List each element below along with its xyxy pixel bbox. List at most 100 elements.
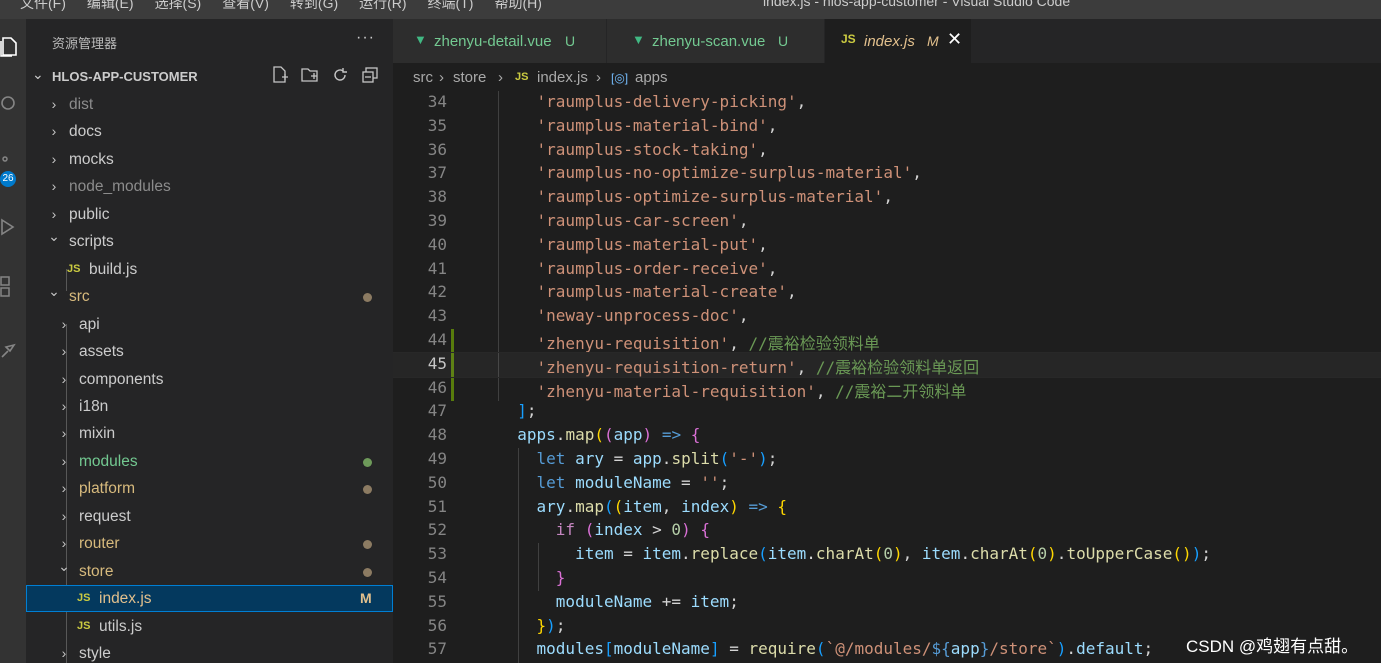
code-text: let moduleName = ''; <box>536 472 730 492</box>
tab-zhenyu-scan[interactable]: ▼ zhenyu-scan.vue U <box>607 19 825 63</box>
line-number: 34 <box>427 92 447 111</box>
tree-item-label: api <box>79 315 100 333</box>
tree-item-label: index.js <box>99 590 152 608</box>
status-dot <box>363 457 372 467</box>
tree-folder-src[interactable]: ⌄ src <box>26 283 393 310</box>
js-file-icon: JS <box>515 71 529 83</box>
tree-file-utils-js[interactable]: JS utils.js <box>26 613 393 640</box>
status-dot <box>363 293 372 303</box>
git-status-badge: M <box>360 590 372 607</box>
tree-folder-api[interactable]: › api <box>26 311 393 338</box>
code-line: 35 'raumplus-material-bind', <box>393 115 1381 139</box>
tree-folder-request[interactable]: › request <box>26 503 393 530</box>
tree-folder-store[interactable]: ⌄ store <box>26 558 393 585</box>
tree-folder-node-modules[interactable]: › node_modules <box>26 173 393 200</box>
tree-folder-mocks[interactable]: › mocks <box>26 146 393 173</box>
more-actions-button[interactable]: ··· <box>356 29 375 47</box>
refresh-icon[interactable] <box>325 66 355 89</box>
menu-view[interactable]: 查看(V) <box>222 0 269 13</box>
js-file-icon: JS <box>77 592 91 605</box>
tree-item-label: assets <box>79 343 124 361</box>
tree-file-index-js[interactable]: JS index.js M <box>26 585 393 613</box>
line-number: 57 <box>427 639 447 659</box>
menu-run[interactable]: 运行(R) <box>359 0 406 13</box>
run-debug-icon[interactable] <box>0 215 18 239</box>
chevron-right-icon: › <box>439 69 444 86</box>
search-icon[interactable] <box>0 93 18 117</box>
tree-file-build-js[interactable]: JS build.js <box>26 256 393 283</box>
breadcrumb-item[interactable]: apps <box>635 69 668 86</box>
breadcrumb-item[interactable]: index.js <box>537 69 588 86</box>
tree-item-label: router <box>79 535 120 553</box>
code-line: 49 let ary = app.split('-'); <box>393 448 1381 472</box>
menu-file[interactable]: 文件(F) <box>20 0 66 13</box>
line-number: 55 <box>427 591 447 611</box>
code-editor[interactable]: 34 'raumplus-delivery-picking', 35 'raump… <box>393 91 1381 663</box>
breadcrumb-item[interactable]: store <box>453 69 486 86</box>
project-header[interactable]: ⌄ HLOS-APP-CUSTOMER <box>26 66 393 88</box>
tree-item-label: dist <box>69 96 94 113</box>
tree-folder-i18n[interactable]: › i18n <box>26 393 393 420</box>
collapse-icon[interactable] <box>355 66 385 89</box>
code-text: ary.map((item, index) => { <box>536 496 788 516</box>
tab-zhenyu-detail[interactable]: ▼ zhenyu-detail.vue U <box>393 19 607 63</box>
line-number: 35 <box>427 115 447 135</box>
tree-item-label: scripts <box>69 233 114 251</box>
js-file-icon: JS <box>77 619 91 632</box>
line-number: 44 <box>427 330 447 349</box>
tree-item-label: mocks <box>69 150 114 168</box>
tree-item-label: docs <box>69 123 102 141</box>
explorer-icon[interactable] <box>0 35 18 59</box>
chevron-right-icon: › <box>51 150 57 167</box>
tree-folder-mixin[interactable]: › mixin <box>26 420 393 447</box>
line-number: 54 <box>427 568 447 587</box>
status-dot <box>363 485 372 495</box>
tree-folder-dist[interactable]: › dist <box>26 91 393 118</box>
tab-status: M <box>927 33 939 49</box>
tree-item-label: src <box>69 288 90 306</box>
status-dot <box>363 540 372 550</box>
code-line: 38 'raumplus-optimize-surplus-material', <box>393 186 1381 210</box>
line-number: 39 <box>427 211 447 230</box>
tools-icon[interactable] <box>0 339 18 363</box>
new-folder-icon[interactable] <box>295 66 325 89</box>
code-text: if (index > 0) { <box>555 520 710 540</box>
menu-edit[interactable]: 编辑(E) <box>87 0 134 13</box>
tab-index-js[interactable]: JS index.js M ✕ <box>825 19 972 63</box>
line-number: 52 <box>427 520 447 540</box>
tree-folder-docs[interactable]: › docs <box>26 118 393 145</box>
tree-item-label: node_modules <box>69 178 171 196</box>
breadcrumb-item[interactable]: src <box>413 69 433 86</box>
code-text: modules[moduleName] = require(`@/modules… <box>536 639 1154 659</box>
menu-terminal[interactable]: 终端(T) <box>428 0 474 13</box>
tree-folder-style[interactable]: › style <box>26 640 393 663</box>
close-icon[interactable]: ✕ <box>947 29 962 50</box>
code-line: 48 apps.map((app) => { <box>393 424 1381 448</box>
chevron-right-icon: › <box>51 123 57 140</box>
code-text: 'raumplus-car-screen', <box>536 211 749 230</box>
vue-icon: ▼ <box>414 32 427 47</box>
new-file-icon[interactable] <box>265 66 295 89</box>
tree-folder-platform[interactable]: › platform <box>26 475 393 502</box>
tree-folder-public[interactable]: › public <box>26 201 393 228</box>
code-line: 47 ]; <box>393 400 1381 424</box>
tree-folder-modules[interactable]: › modules <box>26 448 393 475</box>
tree-folder-router[interactable]: › router <box>26 530 393 557</box>
tree-folder-scripts[interactable]: ⌄ scripts <box>26 228 393 255</box>
menu-go[interactable]: 转到(G) <box>290 0 338 13</box>
menu-help[interactable]: 帮助(H) <box>494 0 541 13</box>
explorer-sidebar: 资源管理器 ··· ⌄ HLOS-APP-CUSTOMER › dist › docs… <box>26 19 393 663</box>
vue-icon: ▼ <box>632 32 645 47</box>
tree-item-label: style <box>79 645 111 662</box>
extensions-icon[interactable] <box>0 275 18 299</box>
code-line: 45 'zhenyu-requisition-return', //震裕检验领料… <box>393 351 1381 378</box>
line-number: 37 <box>427 163 447 183</box>
chevron-down-icon: ⌄ <box>32 66 44 82</box>
line-number: 48 <box>427 425 447 445</box>
tree-folder-assets[interactable]: › assets <box>26 338 393 365</box>
code-text: let ary = app.split('-'); <box>536 449 778 468</box>
tree-folder-components[interactable]: › components <box>26 366 393 393</box>
line-number: 51 <box>427 496 447 516</box>
menu-selection[interactable]: 选择(S) <box>155 0 202 13</box>
code-line: 37 'raumplus-no-optimize-surplus-materia… <box>393 162 1381 186</box>
